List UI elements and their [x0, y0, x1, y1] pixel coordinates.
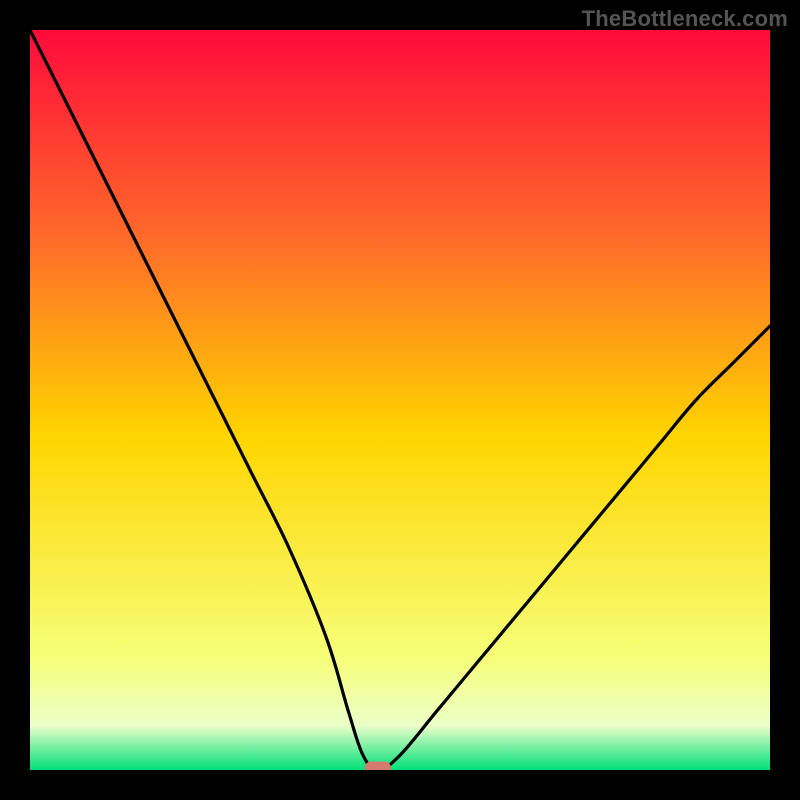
watermark-label: TheBottleneck.com	[582, 6, 788, 32]
chart-frame: TheBottleneck.com	[0, 0, 800, 800]
bottleneck-curve-chart	[30, 30, 770, 770]
gradient-background	[30, 30, 770, 770]
optimum-marker	[365, 762, 391, 771]
plot-area	[30, 30, 770, 770]
